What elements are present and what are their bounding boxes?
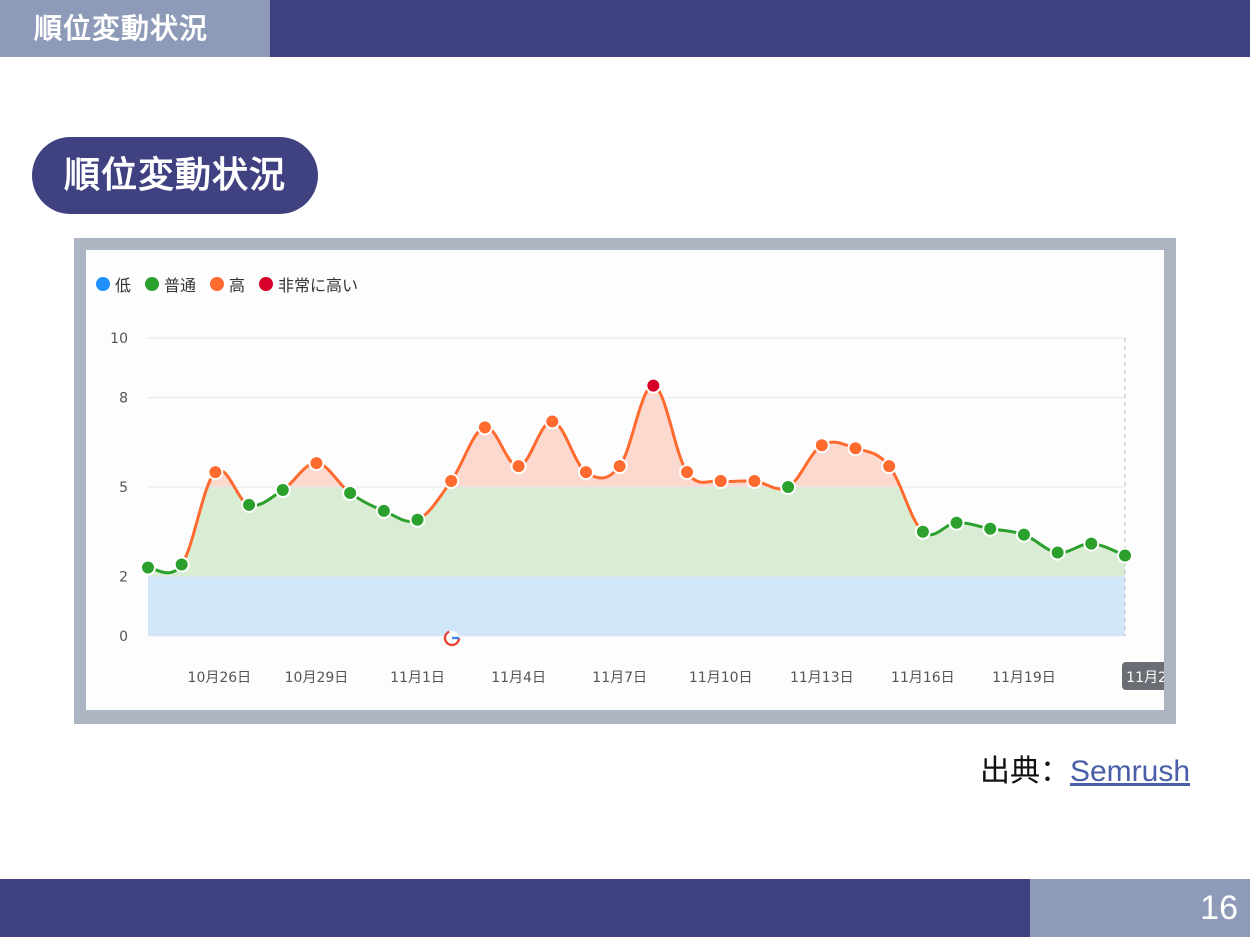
y-tick-label: 5 [119, 480, 128, 496]
legend-item-normal[interactable]: 普通 [145, 272, 196, 296]
data-point [712, 473, 729, 490]
legend-item-very-high[interactable]: 非常に高い [259, 272, 358, 296]
source-link[interactable]: Semrush [1070, 755, 1190, 788]
legend-label-low: 低 [115, 276, 132, 295]
section-title: 順位変動状況 [32, 137, 318, 214]
band-1 [148, 487, 1125, 577]
data-point [881, 458, 898, 475]
legend-dot-very-high [259, 277, 274, 291]
x-tick-label: 11月16日 [891, 670, 955, 686]
data-point [342, 484, 359, 501]
y-tick-label: 2 [119, 569, 128, 585]
data-point [409, 511, 426, 528]
data-point [847, 440, 864, 457]
x-tick-label: 11月10日 [689, 670, 753, 686]
data-point [948, 514, 965, 531]
legend-dot-high [210, 277, 225, 291]
data-point [308, 455, 325, 472]
source-label: 出典： [979, 754, 1070, 789]
chart-panel: 0 2 5 8 10 10月26日 10月29日 11月1日 11月4日 11月7日 11月10日 1… [86, 250, 1164, 710]
y-tick-label: 8 [119, 391, 128, 407]
legend-dot-low [96, 277, 110, 291]
x-tick-label: 11月13日 [790, 670, 854, 686]
legend-label-normal: 普通 [164, 276, 197, 295]
data-point [1083, 535, 1100, 552]
data-point [1015, 526, 1032, 543]
data-point [476, 419, 493, 436]
header-title: 順位変動状況 [0, 0, 270, 57]
legend-item-high[interactable]: 高 [210, 272, 245, 296]
data-point [914, 523, 931, 540]
data-point [274, 481, 291, 498]
data-point [780, 479, 797, 495]
data-point [577, 464, 594, 481]
band-2 [148, 385, 1125, 487]
y-tick-label: 0 [119, 629, 128, 645]
data-point [813, 437, 830, 454]
data-point [241, 496, 258, 513]
legend-label-high: 高 [229, 276, 246, 295]
data-point [1117, 547, 1133, 564]
data-point [544, 413, 561, 430]
data-point [645, 377, 662, 394]
y-tick-label: 10 [110, 331, 128, 347]
x-tick-label: 11月19日 [992, 670, 1056, 686]
ranking-volatility-chart: 0 2 5 8 10 10月26日 10月29日 11月1日 11月4日 11月7日 11月10日 1… [110, 331, 1164, 690]
data-point [611, 458, 628, 475]
x-tick-label: 11月1日 [390, 670, 445, 686]
data-point [140, 559, 156, 576]
data-point [679, 464, 696, 481]
x-tick-label: 11月4日 [491, 670, 546, 686]
x-tick-label: 10月29日 [285, 670, 349, 686]
band-0 [148, 576, 1125, 636]
bottom-bar [0, 879, 1030, 937]
x-tick-label: 10月26日 [188, 670, 252, 686]
data-point [982, 520, 999, 537]
data-point [207, 464, 224, 481]
data-point [375, 502, 392, 519]
data-point [1049, 544, 1066, 561]
source-citation: 出典：Semrush [980, 746, 1190, 790]
page-number: 16 [1030, 879, 1250, 937]
x-tick-label: 11月22日 [1126, 670, 1164, 686]
legend-label-very-high: 非常に高い [278, 276, 359, 295]
data-point [510, 458, 527, 475]
data-point [746, 473, 763, 490]
data-point [443, 473, 460, 490]
legend-item-low[interactable]: 低 [96, 272, 131, 296]
x-tick-label: 11月7日 [592, 670, 647, 686]
chart-legend: 低 普通 高 非常に高い [96, 272, 358, 296]
data-point [173, 556, 190, 573]
chart-frame: 0 2 5 8 10 10月26日 10月29日 11月1日 11月4日 11月7日 11月10日 1… [74, 238, 1176, 724]
legend-dot-normal [145, 277, 160, 291]
